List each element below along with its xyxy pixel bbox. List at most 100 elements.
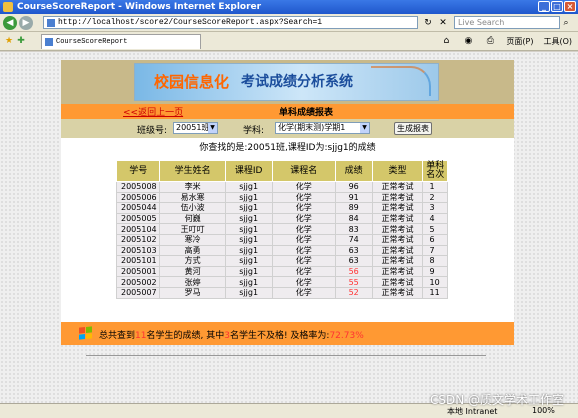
cell-name: 易水寒 bbox=[159, 191, 226, 204]
summary-part2: 名学生的成绩, 其中 bbox=[146, 331, 225, 341]
cell-id: 2005104 bbox=[115, 223, 161, 235]
cell-rank: 5 bbox=[422, 223, 448, 235]
cell-score: 83 bbox=[334, 223, 373, 235]
cell-cname: 化学 bbox=[271, 244, 336, 257]
cell-cid: sjjg1 bbox=[224, 212, 273, 225]
cell-cname: 化学 bbox=[271, 233, 336, 246]
generate-report-button[interactable]: 生成报表 bbox=[394, 122, 432, 135]
close-button[interactable]: × bbox=[564, 1, 576, 12]
stop-icon[interactable]: ✕ bbox=[437, 17, 449, 29]
print-icon[interactable]: ⎙ bbox=[484, 35, 496, 47]
table-header-row: 学号 学生姓名 课程ID 课程名 成绩 类型 单科名次 bbox=[115, 160, 448, 182]
summary-part1: 总共查到 bbox=[99, 331, 136, 341]
cell-type: 正常考试 bbox=[371, 191, 424, 204]
cell-cid: sjjg1 bbox=[224, 223, 273, 235]
cell-cname: 化学 bbox=[271, 265, 336, 278]
table-row: 2005101 方式 sjjg1 化学 63 正常考试 8 bbox=[115, 255, 448, 267]
cell-cname: 化学 bbox=[271, 181, 336, 193]
cell-name: 李米 bbox=[159, 181, 226, 193]
watermark: CSDN @质文学术工作室 bbox=[429, 393, 564, 407]
tools-menu[interactable]: 工具(O) bbox=[543, 36, 572, 47]
col-header: 课程ID bbox=[224, 160, 273, 182]
search-icon[interactable]: ⌕ bbox=[560, 17, 572, 29]
cell-id: 2005005 bbox=[115, 212, 161, 225]
filter-bar: 班级号: 20051班 ▼ 学科: 化学(期末测)学期1 ▼ 生成报表 bbox=[61, 119, 514, 138]
cell-id: 2005102 bbox=[115, 233, 161, 246]
tab-coursescorereport[interactable]: CourseScoreReport bbox=[41, 33, 201, 49]
cell-rank: 1 bbox=[422, 181, 448, 193]
table-row: 2005006 易水寒 sjjg1 化学 91 正常考试 2 bbox=[115, 191, 448, 204]
cell-rank: 6 bbox=[422, 233, 448, 246]
back-link[interactable]: <<返回上一页 bbox=[123, 105, 183, 118]
cell-id: 2005008 bbox=[115, 181, 161, 193]
window-title: CourseScoreReport - Windows Internet Exp… bbox=[17, 2, 262, 12]
summary-text: 总共查到11名学生的成绩, 其中3名学生不及格! 及格率为:72.73% bbox=[99, 328, 364, 341]
cell-id: 2005006 bbox=[115, 191, 161, 204]
cell-id: 2005002 bbox=[115, 276, 161, 288]
cell-score: 96 bbox=[334, 181, 373, 193]
cell-type: 正常考试 bbox=[371, 181, 424, 193]
result-text: 你查找的是:20051班,课程ID为:sjjg1的成绩 bbox=[199, 143, 376, 153]
class-select[interactable]: 20051班 ▼ bbox=[173, 122, 218, 134]
cell-score: 52 bbox=[334, 286, 373, 299]
cell-type: 正常考试 bbox=[371, 223, 424, 235]
cell-id: 2005001 bbox=[115, 265, 161, 278]
table-row: 2005044 伍小波 sjjg1 化学 89 正常考试 3 bbox=[115, 202, 448, 214]
subject-label: 学科: bbox=[243, 126, 265, 136]
table-row: 2005008 李米 sjjg1 化学 96 正常考试 1 bbox=[115, 181, 448, 193]
page-subtitle: 单科成绩报表 bbox=[279, 108, 334, 118]
maximize-button[interactable]: □ bbox=[551, 1, 563, 12]
cell-cid: sjjg1 bbox=[224, 202, 273, 214]
table-row: 2005103 高勇 sjjg1 化学 63 正常考试 7 bbox=[115, 244, 448, 257]
add-favorites-icon[interactable]: ✚ bbox=[15, 35, 27, 47]
feeds-icon[interactable]: ◉ bbox=[462, 35, 474, 47]
cell-rank: 4 bbox=[422, 212, 448, 225]
table-row: 2005001 黄河 sjjg1 化学 56 正常考试 9 bbox=[115, 265, 448, 278]
tab-label: CourseScoreReport bbox=[56, 37, 128, 46]
table-row: 2005005 何巍 sjjg1 化学 84 正常考试 4 bbox=[115, 212, 448, 225]
cell-rank: 3 bbox=[422, 202, 448, 214]
table-row: 2005104 王叮叮 sjjg1 化学 83 正常考试 5 bbox=[115, 223, 448, 235]
score-table: 学号 学生姓名 课程ID 课程名 成绩 类型 单科名次 2005008 李米 sjj… bbox=[115, 160, 448, 299]
cell-cname: 化学 bbox=[271, 276, 336, 288]
home-icon[interactable]: ⌂ bbox=[440, 35, 452, 47]
cell-name: 高勇 bbox=[159, 244, 226, 257]
cell-rank: 11 bbox=[422, 286, 448, 299]
class-select-value: 20051班 bbox=[176, 123, 210, 132]
header-bar: <<返回上一页 单科成绩报表 bbox=[61, 104, 514, 119]
minimize-button[interactable]: _ bbox=[538, 1, 550, 12]
cell-score: 91 bbox=[334, 191, 373, 204]
col-header: 学生姓名 bbox=[159, 160, 226, 182]
table-row: 2005007 罗马 sjjg1 化学 52 正常考试 11 bbox=[115, 286, 448, 299]
col-header: 单科名次 bbox=[422, 160, 448, 182]
summary-count: 11 bbox=[135, 331, 147, 341]
forward-icon[interactable]: ▶ bbox=[19, 15, 33, 30]
cell-cid: sjjg1 bbox=[224, 255, 273, 267]
ie-icon bbox=[3, 2, 13, 12]
cell-name: 罗马 bbox=[159, 286, 226, 299]
favorites-star-icon[interactable]: ★ bbox=[3, 35, 15, 47]
cell-type: 正常考试 bbox=[371, 265, 424, 278]
window-titlebar: CourseScoreReport - Windows Internet Exp… bbox=[0, 0, 578, 14]
cell-cid: sjjg1 bbox=[224, 181, 273, 193]
address-input[interactable]: http://localhost/score2/CourseScoreRepor… bbox=[43, 16, 418, 29]
cell-score: 84 bbox=[334, 212, 373, 225]
cell-score: 63 bbox=[334, 244, 373, 257]
cell-type: 正常考试 bbox=[371, 255, 424, 267]
cell-rank: 7 bbox=[422, 244, 448, 257]
table-row: 2005002 张婷 sjjg1 化学 55 正常考试 10 bbox=[115, 276, 448, 288]
subject-select[interactable]: 化学(期末测)学期1 ▼ bbox=[275, 122, 370, 134]
refresh-icon[interactable]: ↻ bbox=[422, 17, 434, 29]
cell-type: 正常考试 bbox=[371, 202, 424, 214]
search-input[interactable]: Live Search bbox=[454, 16, 560, 29]
cell-cid: sjjg1 bbox=[224, 286, 273, 299]
cell-cname: 化学 bbox=[271, 255, 336, 267]
cell-score: 55 bbox=[334, 276, 373, 288]
page-icon bbox=[47, 18, 55, 27]
cell-cname: 化学 bbox=[271, 191, 336, 204]
summary-pass-rate: 72.73% bbox=[329, 331, 364, 341]
back-icon[interactable]: ◀ bbox=[3, 15, 17, 30]
col-header: 成绩 bbox=[334, 160, 373, 182]
cell-name: 王叮叮 bbox=[159, 223, 226, 235]
page-menu[interactable]: 页面(P) bbox=[506, 36, 533, 47]
